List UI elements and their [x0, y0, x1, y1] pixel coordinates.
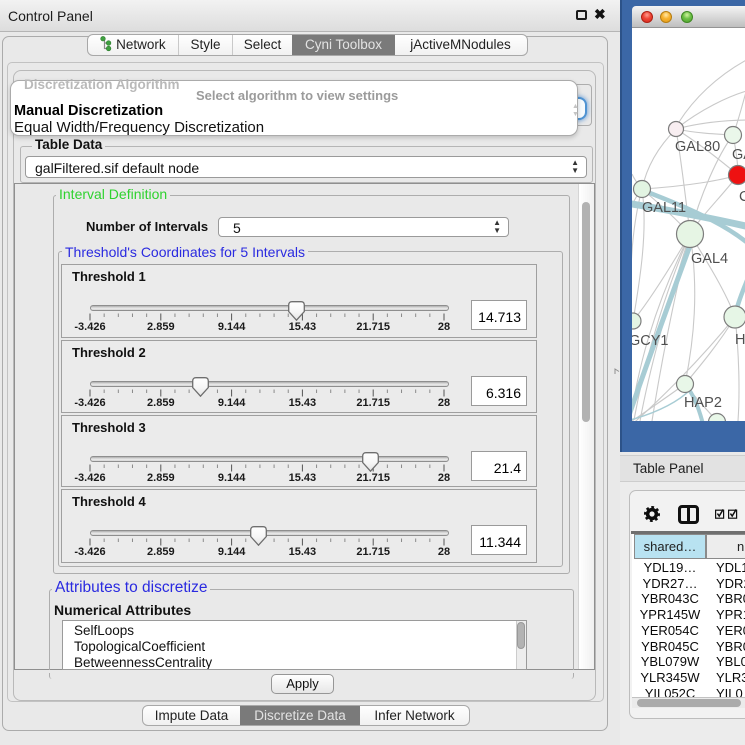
svg-text:C: C	[739, 189, 745, 205]
svg-text:HAP2: HAP2	[684, 395, 722, 411]
svg-text:GCY1: GCY1	[632, 333, 669, 349]
svg-text:GAL80: GAL80	[675, 139, 720, 155]
svg-text:GAL11: GAL11	[642, 200, 686, 216]
svg-text:HIS4: HIS4	[735, 332, 745, 348]
svg-text:GAL4: GAL4	[691, 251, 728, 267]
svg-text:GAL…: GAL…	[732, 147, 745, 163]
